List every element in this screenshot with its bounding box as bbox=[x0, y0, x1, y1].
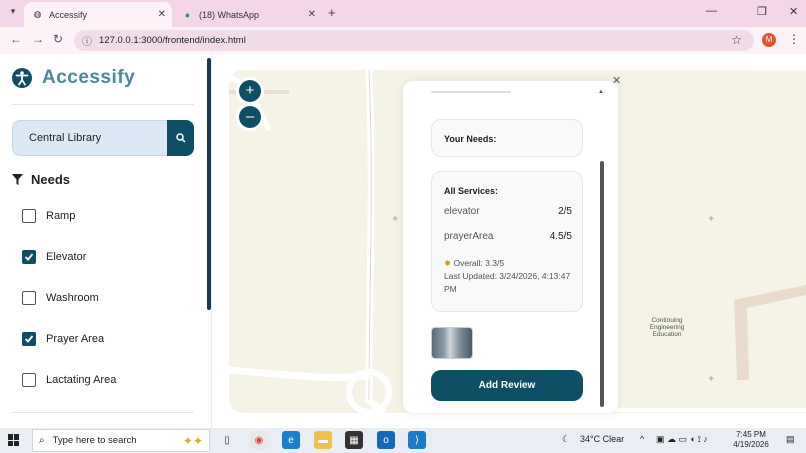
sidebar-scrollbar[interactable] bbox=[207, 58, 211, 310]
file-explorer-icon[interactable]: ▬ bbox=[314, 431, 332, 449]
all-services-title: All Services: bbox=[444, 186, 499, 196]
close-tab-icon[interactable]: ✕ bbox=[158, 9, 166, 20]
prayer-area-checkbox[interactable] bbox=[22, 332, 36, 346]
omnibox[interactable]: ⓘ 127.0.0.1:3000/frontend/index.html ☆ bbox=[74, 30, 754, 51]
tab-accessify[interactable]: ◍ Accessify ✕ bbox=[24, 2, 172, 27]
need-washroom[interactable]: Washroom bbox=[22, 291, 99, 305]
add-review-button[interactable]: Add Review bbox=[431, 370, 583, 401]
back-icon[interactable]: ← bbox=[10, 32, 22, 46]
search-icon bbox=[175, 133, 186, 143]
svg-text:✦: ✦ bbox=[707, 214, 715, 225]
last-updated: Last Updated: 3/24/2026, 4:13:47 PM bbox=[444, 271, 571, 294]
app-brand: Accessify bbox=[42, 67, 136, 88]
browser-tab-bar: ▾ ◍ Accessify ✕ ● (18) WhatsApp ✕ + — ❐ … bbox=[0, 0, 806, 27]
need-prayer-area[interactable]: Prayer Area bbox=[22, 332, 104, 346]
need-elevator[interactable]: Elevator bbox=[22, 250, 86, 264]
tray-icons[interactable]: ▣ ☁ ▭ ◖ ⟟ ♪ bbox=[656, 434, 708, 445]
taskbar-clock[interactable]: 7:45 PM 4/19/2026 bbox=[733, 430, 769, 450]
address-bar-row: ← → ↻ ⓘ 127.0.0.1:3000/frontend/index.ht… bbox=[0, 27, 806, 54]
all-services-card: All Services: elevator 2/5 prayerArea 4.… bbox=[431, 171, 583, 312]
more-menu-icon[interactable]: ⋮ bbox=[788, 32, 800, 46]
reload-icon[interactable]: ↻ bbox=[53, 32, 63, 46]
bookmark-star-icon[interactable]: ☆ bbox=[731, 33, 742, 47]
service-row: elevator 2/5 bbox=[444, 206, 572, 217]
elevator-checkbox[interactable] bbox=[22, 250, 36, 264]
whatsapp-icon: ● bbox=[184, 9, 191, 20]
copilot-sparkle-icon: ✦✦ bbox=[182, 433, 203, 448]
needs-heading: Needs bbox=[12, 172, 70, 187]
zoom-in-button[interactable]: + bbox=[239, 80, 261, 102]
search-button[interactable] bbox=[167, 120, 194, 156]
vscode-icon[interactable]: ⟩ bbox=[408, 431, 426, 449]
outlook-icon[interactable]: o bbox=[377, 431, 395, 449]
taskbar-search[interactable]: ⌕ Type here to search ✦✦ bbox=[32, 429, 210, 452]
tab-title: (18) WhatsApp bbox=[199, 9, 260, 20]
your-needs-card: Your Needs: bbox=[431, 119, 583, 157]
map-place-label[interactable]: Continuing Engineering Education bbox=[643, 317, 691, 338]
lactating-area-checkbox[interactable] bbox=[22, 373, 36, 387]
rating-meta: ✸ Overall: 3.3/5 Last Updated: 3/24/2026… bbox=[444, 257, 574, 296]
tab-title: Accessify bbox=[49, 9, 88, 20]
weather-text[interactable]: 34°C Clear bbox=[580, 434, 624, 444]
sidebar: Accessify Central Library Needs Ramp Ele… bbox=[0, 54, 212, 428]
need-ramp[interactable]: Ramp bbox=[22, 209, 75, 223]
service-row: prayerArea 4.5/5 bbox=[444, 231, 572, 242]
site-info-icon[interactable]: ⓘ bbox=[82, 33, 92, 48]
search-icon: ⌕ bbox=[39, 435, 45, 446]
panel-top-edge bbox=[431, 91, 511, 93]
tray-chevron-icon[interactable]: ^ bbox=[640, 434, 644, 444]
tab-whatsapp[interactable]: ● (18) WhatsApp ✕ bbox=[174, 2, 322, 27]
windows-start-icon[interactable] bbox=[8, 434, 20, 446]
profile-avatar[interactable]: M bbox=[762, 33, 776, 47]
place-photo-thumbnail[interactable] bbox=[431, 327, 473, 359]
accessibility-icon bbox=[12, 68, 32, 88]
notification-icon[interactable]: ▤ bbox=[786, 434, 795, 445]
zoom-out-button[interactable]: – bbox=[239, 106, 261, 128]
divider bbox=[12, 412, 194, 413]
close-window-icon[interactable]: ✕ bbox=[789, 5, 798, 18]
your-needs-title: Your Needs: bbox=[444, 134, 497, 144]
search-input[interactable]: Central Library bbox=[12, 120, 168, 156]
forward-icon[interactable]: → bbox=[32, 32, 44, 46]
weather-icon: ☾ bbox=[562, 434, 571, 444]
scroll-up-icon[interactable]: ▲ bbox=[598, 89, 604, 95]
place-info-panel: ▲ Your Needs: All Services: elevator 2/5… bbox=[403, 81, 618, 413]
close-panel-icon[interactable]: ✕ bbox=[612, 74, 621, 87]
page-content: Accessify Central Library Needs Ramp Ele… bbox=[0, 54, 806, 428]
divider bbox=[12, 104, 194, 105]
globe-icon: ◍ bbox=[33, 9, 42, 19]
svg-text:✦: ✦ bbox=[707, 374, 715, 385]
ramp-checkbox[interactable] bbox=[22, 209, 36, 223]
edge-icon[interactable]: e bbox=[282, 431, 300, 449]
star-icon: ✸ bbox=[444, 258, 452, 268]
restore-icon[interactable]: ❐ bbox=[757, 5, 767, 18]
filter-icon bbox=[12, 174, 23, 185]
task-view-icon[interactable]: ▯ bbox=[218, 431, 236, 449]
store-icon[interactable]: ▦ bbox=[345, 431, 363, 449]
panel-scrollbar[interactable] bbox=[600, 161, 604, 407]
svg-text:✦: ✦ bbox=[391, 214, 399, 225]
close-tab-icon[interactable]: ✕ bbox=[308, 9, 316, 20]
washroom-checkbox[interactable] bbox=[22, 291, 36, 305]
tab-search-icon[interactable]: ▾ bbox=[6, 6, 20, 20]
need-lactating-area[interactable]: Lactating Area bbox=[22, 373, 116, 387]
new-tab-icon[interactable]: + bbox=[328, 5, 336, 20]
chrome-icon[interactable]: ◉ bbox=[250, 431, 268, 449]
minimize-icon[interactable]: — bbox=[706, 5, 717, 17]
windows-taskbar: ⌕ Type here to search ✦✦ ▯ ◉ e ▬ ▦ o ⟩ ☾… bbox=[0, 428, 806, 453]
url-text[interactable]: 127.0.0.1:3000/frontend/index.html bbox=[99, 35, 246, 46]
